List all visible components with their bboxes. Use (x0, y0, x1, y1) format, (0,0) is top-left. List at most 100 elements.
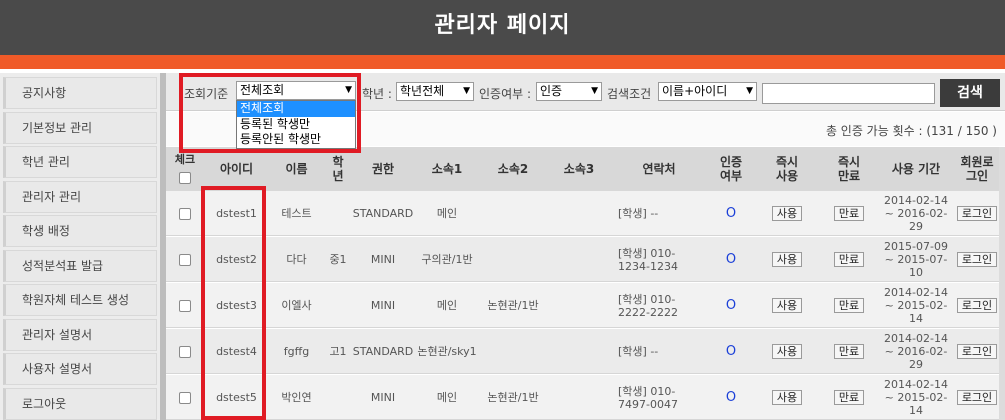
cell-cert: O (725, 252, 737, 267)
dropdown-arrow-icon: ▼ (345, 85, 352, 95)
end-button[interactable]: 만료 (833, 344, 865, 359)
cert-label: 인증여부 : (479, 87, 532, 101)
cell-contact: [학생] 010-1234-1234 (618, 246, 678, 273)
cell-login: 로그인 (952, 375, 1002, 420)
end-button[interactable]: 만료 (833, 298, 865, 313)
row-checkbox-cell (166, 283, 204, 328)
cell-period: 2014-02-14 ~ 2016-02-29 (884, 332, 948, 371)
sidebar-item[interactable]: 기본정보 관리 (3, 111, 157, 144)
cell-id: dstest1 (216, 207, 257, 220)
cell-end: 만료 (818, 329, 880, 374)
row-checkbox[interactable] (179, 207, 191, 220)
sidebar-item[interactable]: 사용자 설명서 (3, 353, 157, 385)
cell-id: dstest2 (216, 253, 257, 266)
sidebar-item[interactable]: 관리자 설명서 (3, 318, 157, 351)
row-checkbox[interactable] (179, 345, 191, 358)
basis-select[interactable]: 전체조회 ▼ (236, 81, 356, 100)
login-button[interactable]: 로그인 (956, 206, 998, 221)
cell-use: 사용 (756, 191, 818, 236)
basis-option[interactable]: 전체조회 (237, 101, 355, 117)
th-dept2: 소속2 (497, 162, 529, 176)
basis-option[interactable]: 등록된 학생만 (237, 117, 355, 133)
th-login: 회원로그인 (960, 155, 994, 183)
th-dept3: 소속3 (563, 162, 595, 176)
use-button[interactable]: 사용 (771, 390, 803, 405)
sidebar-item[interactable]: 성적분석표 발급 (3, 249, 157, 282)
cell-grade (324, 191, 352, 236)
th-role: 권한 (371, 162, 395, 176)
cell-end: 만료 (818, 191, 880, 236)
cell-period: 2014-02-14 ~ 2016-02-29 (884, 194, 948, 233)
vertical-scrollbar[interactable] (999, 147, 1005, 420)
cell-role: MINI (370, 253, 396, 266)
dropdown-arrow-icon: ▼ (463, 86, 470, 96)
th-cert: 인증여부 (719, 155, 743, 183)
cell-dept3 (546, 329, 612, 374)
search-condition-label: 검색조건 (607, 87, 652, 101)
cell-period: 2014-02-14 ~ 2015-02-14 (884, 378, 948, 417)
basis-label: 조회기준 (184, 87, 229, 101)
sidebar-item[interactable]: 학원자체 테스트 생성 (3, 284, 157, 316)
sidebar-item[interactable]: 학생 배정 (3, 215, 157, 247)
cell-id: dstest5 (216, 391, 257, 404)
table-row: dstest1 테스트 STANDARD 메인 [학생] -- O 2014-02-14 ~… (166, 191, 1005, 236)
use-button[interactable]: 사용 (771, 298, 803, 313)
cell-grade: 고1 (329, 345, 347, 358)
end-button[interactable]: 만료 (833, 206, 865, 221)
row-checkbox[interactable] (179, 391, 191, 404)
row-checkbox-cell (166, 329, 204, 374)
cell-name: 이엘사 (281, 299, 312, 312)
th-period: 사용 기간 (891, 162, 941, 176)
cell-grade (324, 375, 352, 420)
cell-dept1: 메인 (436, 207, 458, 220)
cell-id: dstest3 (216, 299, 257, 312)
th-end-now: 즉시만료 (837, 155, 861, 183)
cell-use: 사용 (756, 329, 818, 374)
cell-grade: 중1 (329, 253, 347, 266)
sidebar: 공지사항 기본정보 관리 학년 관리 관리자 관리 학생 배정 성적분석표 발급 학원자체 … (0, 73, 160, 420)
cell-end: 만료 (818, 375, 880, 420)
basis-option[interactable]: 등록안된 학생만 (237, 132, 355, 148)
login-button[interactable]: 로그인 (956, 298, 998, 313)
sidebar-item[interactable]: 관리자 관리 (3, 180, 157, 213)
end-button[interactable]: 만료 (833, 390, 865, 405)
cell-use: 사용 (756, 283, 818, 328)
cell-login: 로그인 (952, 283, 1002, 328)
search-condition-select[interactable]: 이름+아이디 ▼ (658, 82, 757, 101)
cell-role: STANDARD (352, 207, 414, 220)
login-button[interactable]: 로그인 (956, 390, 998, 405)
th-use-now: 즉시사용 (775, 155, 799, 183)
end-button[interactable]: 만료 (833, 252, 865, 267)
grade-select[interactable]: 학년전체 ▼ (396, 82, 474, 101)
login-button[interactable]: 로그인 (956, 252, 998, 267)
cert-select[interactable]: 인증 ▼ (536, 82, 602, 101)
grade-select-value: 학년전체 (400, 84, 445, 98)
use-button[interactable]: 사용 (771, 206, 803, 221)
cell-login: 로그인 (952, 329, 1002, 374)
search-input[interactable] (762, 83, 935, 104)
cell-login: 로그인 (952, 191, 1002, 236)
grade-label: 학년 : (362, 87, 392, 101)
table-row: dstest5 박인연 MINI 메인 논현관/1반 [학생] 010-7497-0047… (166, 375, 1005, 420)
select-all-checkbox[interactable] (179, 172, 191, 184)
cell-dept1: 구의관/1반 (421, 253, 473, 266)
cell-dept2: 논현관/1반 (487, 391, 539, 404)
cell-name: 테스트 (281, 207, 312, 220)
row-checkbox[interactable] (179, 299, 191, 312)
cell-dept3 (546, 191, 612, 236)
sidebar-item[interactable]: 학년 관리 (3, 146, 157, 178)
login-button[interactable]: 로그인 (956, 344, 998, 359)
row-checkbox[interactable] (179, 253, 191, 266)
cell-login: 로그인 (952, 237, 1002, 282)
row-checkbox-cell (166, 375, 204, 420)
row-checkbox-cell (166, 191, 204, 236)
use-button[interactable]: 사용 (771, 344, 803, 359)
search-button[interactable]: 검색 (940, 79, 1000, 107)
cell-dept2 (480, 191, 546, 236)
use-button[interactable]: 사용 (771, 252, 803, 267)
cell-role: MINI (370, 391, 396, 404)
cell-cert: O (725, 344, 737, 359)
dropdown-arrow-icon: ▼ (591, 86, 598, 96)
sidebar-item[interactable]: 공지사항 (3, 77, 157, 109)
sidebar-item[interactable]: 로그아웃 (3, 387, 157, 420)
